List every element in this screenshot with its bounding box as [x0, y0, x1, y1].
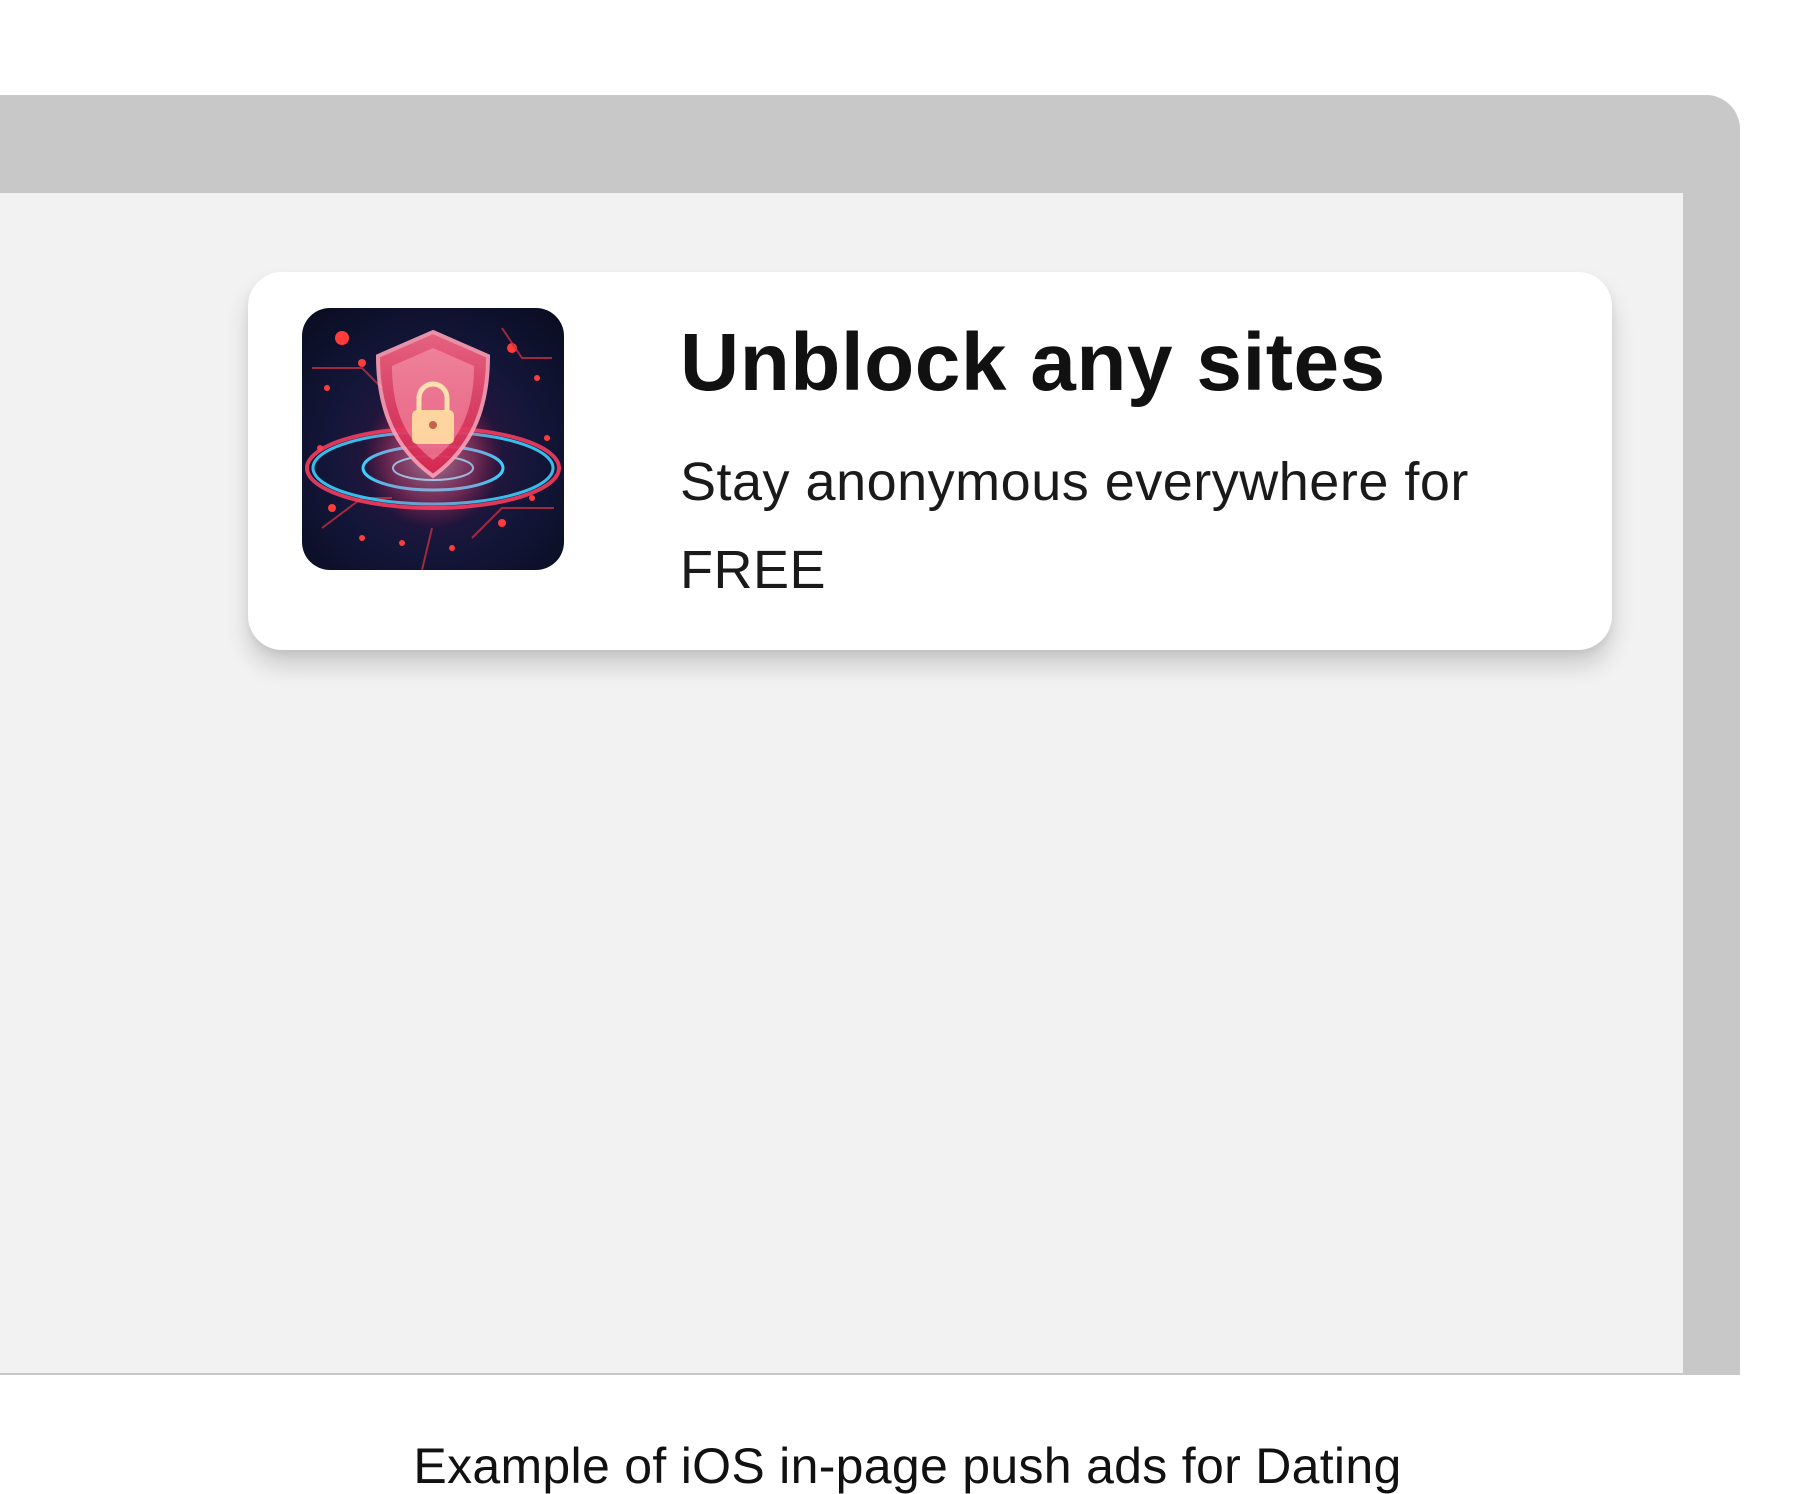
notification-body: Stay anonymous everywhere for FREE	[680, 452, 1469, 600]
figure-caption: Example of iOS in-page push ads for Dati…	[413, 1438, 1402, 1494]
notification-title: Unblock any sites	[680, 317, 1386, 408]
figure: Unblock any sites Stay anonymous everywh…	[0, 0, 1815, 1494]
push-notification[interactable]: Unblock any sites Stay anonymous everywh…	[248, 272, 1612, 650]
shield-lock-icon	[302, 308, 564, 570]
